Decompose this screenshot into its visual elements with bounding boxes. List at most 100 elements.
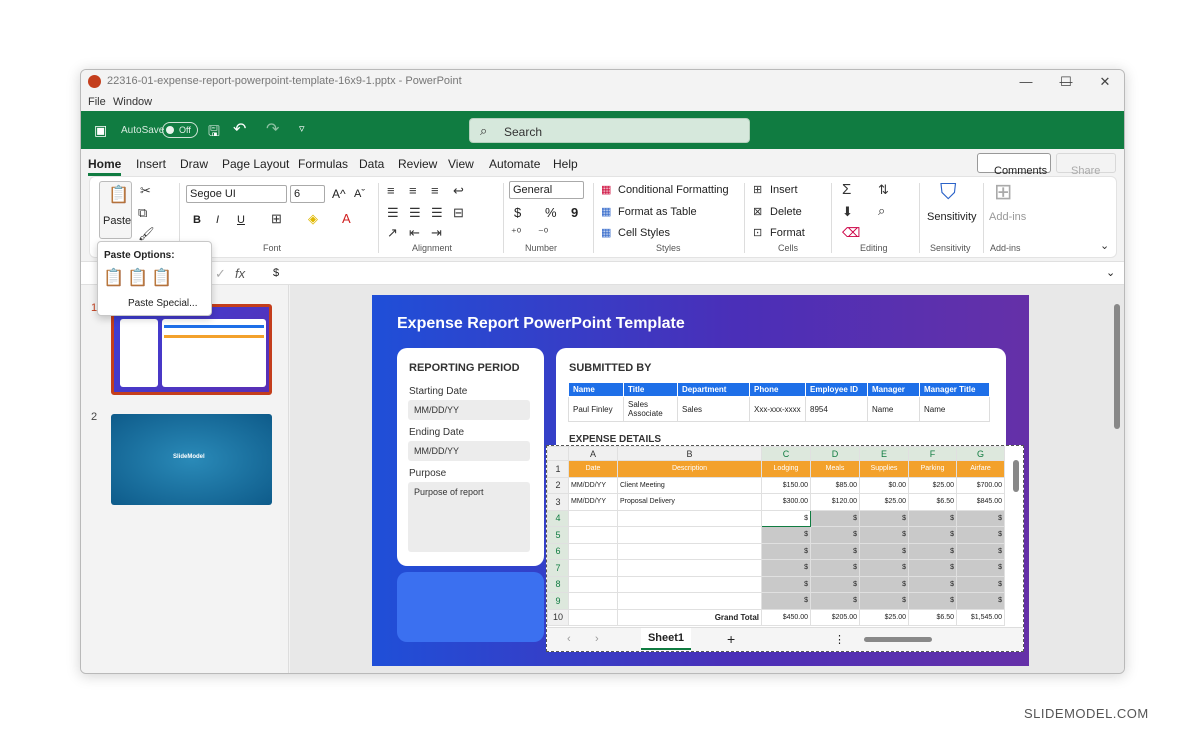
canvas-scrollbar[interactable] [1113, 296, 1123, 671]
more-options-icon[interactable]: ⋮ [834, 633, 845, 646]
tab-draw[interactable]: Draw [180, 157, 208, 171]
borders-icon[interactable]: ⊞ [271, 211, 282, 227]
grand-total-label[interactable]: Grand Total [617, 608, 762, 626]
align-middle-icon[interactable]: ≡ [409, 183, 417, 198]
row-header[interactable]: 4 [547, 509, 569, 527]
cell-name[interactable]: Paul Finley [568, 396, 624, 422]
header-cell[interactable]: Airfare [956, 460, 1005, 478]
autosave-toggle[interactable]: Off [162, 122, 198, 138]
total-cell[interactable]: $25.00 [859, 608, 909, 626]
header-cell[interactable]: Description [617, 460, 762, 478]
font-name-select[interactable]: Segoe UI [186, 185, 287, 203]
align-top-icon[interactable]: ≡ [387, 183, 395, 198]
comma-button[interactable]: 9 [571, 205, 578, 220]
add-sheet-button[interactable]: + [727, 631, 735, 647]
active-cell[interactable]: $ [761, 509, 811, 527]
col-header-e[interactable]: E [859, 446, 909, 461]
find-select-icon[interactable]: ⌕ [878, 203, 885, 219]
tab-insert[interactable]: Insert [136, 157, 166, 171]
data-cell[interactable]: $120.00 [810, 493, 860, 511]
italic-button[interactable]: I [216, 214, 219, 226]
col-header-c[interactable]: C [761, 446, 811, 461]
tab-review[interactable]: Review [398, 157, 437, 171]
insert-cells-button[interactable]: Insert [770, 184, 798, 196]
total-cell[interactable]: $6.50 [908, 608, 957, 626]
autosum-icon[interactable]: Σ [842, 181, 851, 198]
fill-color-icon[interactable]: ◈ [308, 211, 318, 227]
sensitivity-button[interactable]: Sensitivity [927, 211, 977, 223]
data-cell[interactable]: $6.50 [908, 493, 957, 511]
header-cell[interactable]: Meals [810, 460, 860, 478]
data-cell[interactable]: Client Meeting [617, 476, 762, 494]
data-cell[interactable]: $25.00 [908, 476, 957, 494]
data-cell[interactable]: $0.00 [859, 476, 909, 494]
data-cell[interactable]: $845.00 [956, 493, 1005, 511]
paste-keep-source-icon[interactable]: 📋 [103, 268, 124, 288]
format-cells-button[interactable]: Format [770, 227, 805, 239]
col-header-a[interactable]: A [568, 446, 618, 461]
underline-button[interactable]: U [237, 214, 245, 226]
col-header-g[interactable]: G [956, 446, 1005, 461]
grow-font-icon[interactable]: A^ [332, 187, 346, 201]
data-cell[interactable]: $150.00 [761, 476, 811, 494]
header-cell[interactable]: Date [568, 460, 618, 478]
slide-thumbnail-1[interactable] [111, 304, 272, 395]
customize-qat-icon[interactable]: ▿ [299, 122, 305, 135]
cell-styles-button[interactable]: Cell Styles [618, 227, 670, 239]
increase-indent-icon[interactable]: ⇥ [431, 225, 442, 241]
cell-employee-id[interactable]: 8954 [805, 396, 868, 422]
addins-icon[interactable]: ⊞ [994, 179, 1012, 205]
bold-button[interactable]: B [193, 214, 201, 226]
tab-data[interactable]: Data [359, 157, 384, 171]
starting-date-field[interactable]: MM/DD/YY [408, 400, 530, 420]
format-painter-icon[interactable]: 🖌 [138, 226, 155, 242]
conditional-formatting-button[interactable]: Conditional Formatting [618, 184, 729, 196]
align-bottom-icon[interactable]: ≡ [431, 183, 439, 198]
sort-filter-icon[interactable]: ⇅ [878, 182, 889, 198]
shrink-font-icon[interactable]: Aˇ [354, 188, 365, 200]
maximize-button[interactable]: ☐ [1047, 72, 1085, 92]
paste-picture-icon[interactable]: 📋 [151, 268, 172, 288]
comments-button[interactable]: Comments [977, 153, 1051, 177]
cell-phone[interactable]: Xxx-xxx-xxxx [749, 396, 806, 422]
sensitivity-icon[interactable]: ⛉ [940, 179, 957, 205]
menu-window[interactable]: Window [113, 96, 152, 108]
data-cell[interactable]: MM/DD/YY [568, 493, 618, 511]
cut-icon[interactable]: ✂ [140, 183, 151, 199]
header-cell[interactable]: Supplies [859, 460, 909, 478]
font-color-icon[interactable]: A [342, 211, 351, 226]
row-header[interactable]: 2 [547, 476, 569, 494]
header-cell[interactable]: Parking [908, 460, 957, 478]
ending-date-field[interactable]: MM/DD/YY [408, 441, 530, 461]
cell-manager[interactable]: Name [867, 396, 920, 422]
tab-home[interactable]: Home [88, 157, 122, 176]
total-cell[interactable]: $450.00 [761, 608, 811, 626]
tab-help[interactable]: Help [553, 157, 578, 171]
align-left-icon[interactable]: ☰ [387, 205, 399, 221]
row-header[interactable]: 5 [547, 526, 569, 544]
col-header-d[interactable]: D [810, 446, 860, 461]
row-header[interactable]: 8 [547, 575, 569, 593]
cell-title[interactable]: Sales Associate [623, 396, 678, 422]
data-cell[interactable]: $700.00 [956, 476, 1005, 494]
row-header[interactable]: 1 [547, 460, 569, 478]
fill-icon[interactable]: ⬇ [842, 204, 853, 220]
slide-1[interactable]: Expense Report PowerPoint Template REPOR… [372, 295, 1029, 666]
increase-decimal-icon[interactable]: ⁺⁰ [511, 226, 521, 239]
col-header-f[interactable]: F [908, 446, 957, 461]
data-cell[interactable]: MM/DD/YY [568, 476, 618, 494]
paste-button[interactable]: 📋 Paste [99, 181, 132, 239]
number-format-select[interactable]: General [509, 181, 584, 199]
excel-vertical-scrollbar[interactable] [1012, 450, 1020, 624]
data-cell[interactable]: $85.00 [810, 476, 860, 494]
delete-cells-button[interactable]: Delete [770, 206, 802, 218]
format-as-table-button[interactable]: Format as Table [618, 206, 697, 218]
row-header[interactable]: 3 [547, 493, 569, 511]
copy-icon[interactable]: ⧉ [138, 205, 147, 221]
row-header[interactable]: 6 [547, 542, 569, 560]
merge-icon[interactable]: ⊟ [453, 205, 464, 221]
data-cell[interactable]: $25.00 [859, 493, 909, 511]
sheet-tab[interactable]: Sheet1 [641, 628, 691, 650]
undo-icon[interactable]: ↶ [233, 119, 246, 139]
slide-title[interactable]: Expense Report PowerPoint Template [397, 315, 685, 333]
